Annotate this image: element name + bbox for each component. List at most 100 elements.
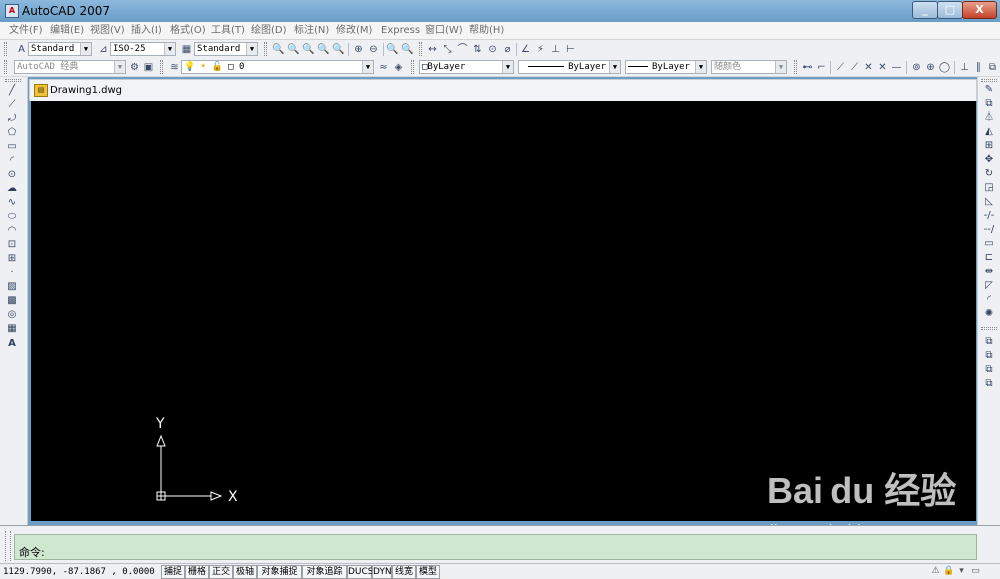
trim-icon[interactable]: -/- [982,209,996,222]
mirror-icon[interactable]: ⏃ [982,111,996,124]
make-block-icon[interactable]: ⊞ [5,252,19,265]
break-at-point-icon[interactable]: ▭ [982,237,996,250]
dim-style-select[interactable]: ISO-25 ▼ [110,42,176,56]
rotate-icon[interactable]: ↻ [982,167,996,180]
autocad-app-icon[interactable]: A [5,4,19,18]
menu-edit[interactable]: 编辑(E) [50,24,84,38]
osnap-apparent-intersection-icon[interactable]: ✕ [876,61,889,74]
revision-cloud-icon[interactable]: ☁ [5,182,19,195]
polyline-icon[interactable]: ⤾ [5,112,19,125]
color-select[interactable]: □ByLayer ▼ [419,60,514,74]
scale-icon[interactable]: ◲ [982,181,996,194]
dim-ordinate-icon[interactable]: ⇅ [471,43,484,56]
document-tab[interactable]: ▤ Drawing1.dwg [29,79,977,101]
chevron-down-icon[interactable]: ▼ [114,61,125,73]
osnap-extension-icon[interactable]: — [890,61,903,74]
command-line[interactable]: 命令: [14,534,977,560]
dim-quick-icon[interactable]: ⚡ [534,43,547,56]
model-space-toggle[interactable]: 模型 [416,565,440,579]
workspace-select[interactable]: AutoCAD 经典 ▼ [14,60,126,74]
make-object-layer-current-icon[interactable]: ≈ [377,61,390,74]
ellipse-arc-icon[interactable]: ◠ [5,224,19,237]
chevron-down-icon[interactable]: ▼ [609,61,620,73]
chamfer-icon[interactable]: ◸ [982,279,996,292]
erase-icon[interactable]: ✎ [982,83,996,96]
minimize-button[interactable]: _ [912,1,938,19]
dim-linear-icon[interactable]: ↔ [426,43,439,56]
dim-radius-icon[interactable]: ⊙ [486,43,499,56]
zoom-center-icon[interactable]: 🔍 [332,43,345,56]
multiline-text-icon[interactable]: A [5,337,19,350]
chevron-down-icon[interactable]: ▼ [164,43,175,55]
toolbar-grip[interactable] [5,79,21,82]
insert-block-icon[interactable]: ⊡ [5,238,19,251]
snap-toggle[interactable]: 捕捉 [161,565,185,579]
lock-icon[interactable]: 🔒 [943,566,954,577]
osnap-midpoint-icon[interactable]: ⟋ [848,61,861,74]
rectangle-icon[interactable]: ▭ [5,140,19,153]
menu-tools[interactable]: 工具(T) [211,24,245,38]
toolbar-grip[interactable] [411,60,414,74]
menu-insert[interactable]: 插入(I) [131,24,162,38]
toolbar-grip[interactable] [4,42,7,56]
ellipse-icon[interactable]: ⬭ [5,210,19,223]
command-window-grip[interactable] [5,531,11,561]
otrack-toggle[interactable]: 对象追踪 [302,565,347,579]
zoom-scale-icon[interactable]: 🔍 [317,43,330,56]
dim-continue-icon[interactable]: ⊢ [564,43,577,56]
array-icon[interactable]: ⊞ [982,139,996,152]
draworder-front-icon[interactable]: ⧉ [982,335,996,348]
dim-aligned-icon[interactable]: ⤡ [441,43,454,56]
circle-icon[interactable]: ⊙ [5,168,19,181]
draworder-above-icon[interactable]: ⧉ [982,363,996,376]
chevron-down-icon[interactable]: ▼ [80,43,91,55]
osnap-insert-icon[interactable]: ⧉ [986,61,999,74]
toolbar-grip[interactable] [419,42,422,56]
extend-icon[interactable]: --/ [982,223,996,236]
toolbar-grip[interactable] [4,60,7,74]
arc-icon[interactable]: ◜ [5,154,19,167]
dim-baseline-icon[interactable]: ⊥ [549,43,562,56]
menu-format[interactable]: 格式(O) [170,24,206,38]
close-button[interactable]: X [962,1,997,19]
explode-icon[interactable]: ✺ [982,307,996,320]
communication-center-icon[interactable]: ⚠ [930,566,941,577]
polar-toggle[interactable]: 极轴 [233,565,257,579]
dim-angular-icon[interactable]: ∠ [519,43,532,56]
line-icon[interactable]: ╱ [5,84,19,97]
zoom-realtime-icon[interactable]: 🔍 [272,43,285,56]
dim-style-icon[interactable]: ⊿ [97,43,110,56]
layer-manager-icon[interactable]: ≋ [168,61,181,74]
text-style-select[interactable]: Standard ▼ [28,42,92,56]
break-icon[interactable]: ⊏ [982,251,996,264]
menu-window[interactable]: 窗口(W) [425,24,463,38]
table-style-icon[interactable]: ▦ [180,43,193,56]
draworder-back-icon[interactable]: ⧉ [982,349,996,362]
layer-previous-icon[interactable]: ◈ [392,61,405,74]
point-icon[interactable]: · [5,266,19,279]
text-style-icon[interactable]: A [15,43,28,56]
osnap-from-icon[interactable]: ⌐ [815,61,828,74]
spline-icon[interactable]: ∿ [5,196,19,209]
osnap-center-icon[interactable]: ⊚ [910,61,923,74]
copy-icon[interactable]: ⧉ [982,97,996,110]
ortho-toggle[interactable]: 正交 [209,565,233,579]
fillet-icon[interactable]: ◜ [982,293,996,306]
menu-draw[interactable]: 绘图(D) [251,24,287,38]
draworder-under-icon[interactable]: ⧉ [982,377,996,390]
chevron-down-icon[interactable]: ▼ [775,61,786,73]
lineweight-toggle[interactable]: 线宽 [392,565,416,579]
lineweight-select[interactable]: ByLayer ▼ [625,60,707,74]
menu-modify[interactable]: 修改(M) [336,24,372,38]
zoom-dynamic-icon[interactable]: 🔍 [302,43,315,56]
menu-dimension[interactable]: 标注(N) [294,24,329,38]
toolbar-grip[interactable] [264,42,267,56]
chevron-down-icon[interactable]: ▼ [362,61,373,73]
osnap-parallel-icon[interactable]: ∥ [972,61,985,74]
osnap-temp-track-icon[interactable]: ⊷ [801,61,814,74]
toolbar-grip[interactable] [981,79,997,82]
dyn-toggle[interactable]: DYN [372,565,392,579]
stretch-icon[interactable]: ◺ [982,195,996,208]
chevron-down-icon[interactable]: ▾ [956,566,967,577]
move-icon[interactable]: ✥ [982,153,996,166]
